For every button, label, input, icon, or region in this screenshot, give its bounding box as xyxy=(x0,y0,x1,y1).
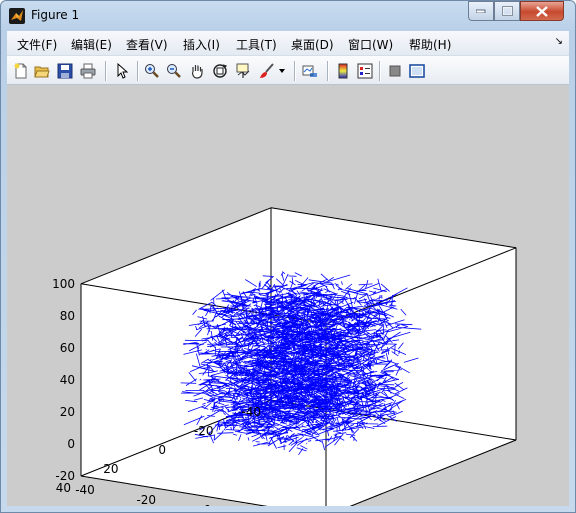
select-button[interactable] xyxy=(112,61,132,81)
x-tick-label: 40 xyxy=(56,481,71,495)
save-button[interactable] xyxy=(55,61,75,81)
legend-icon xyxy=(357,63,373,79)
x-tick-label: 20 xyxy=(103,462,118,476)
figure-canvas[interactable]: -20020406080100-40-2002040-40-2002040 xyxy=(7,85,569,506)
menu-file[interactable]: 文件(F) xyxy=(17,36,57,53)
toolbar-separator xyxy=(327,61,328,81)
menu-window[interactable]: 窗口(W) xyxy=(348,36,393,53)
link-plot-button[interactable] xyxy=(300,61,320,81)
close-icon xyxy=(536,5,548,17)
matlab-logo-icon xyxy=(9,8,25,24)
window-title: Figure 1 xyxy=(31,8,80,22)
insert-legend-button[interactable] xyxy=(355,61,375,81)
data-cursor-button[interactable] xyxy=(233,61,253,81)
pan-hand-icon xyxy=(192,65,203,79)
y-tick-label: 0 xyxy=(204,503,212,506)
menu-overflow-icon[interactable]: ↘ xyxy=(555,36,563,47)
colorbar-icon xyxy=(338,63,348,79)
rotate-3d-button[interactable] xyxy=(210,61,230,81)
minimize-button[interactable] xyxy=(468,1,494,21)
z-tick-label: 60 xyxy=(60,341,75,355)
menu-tools[interactable]: 工具(T) xyxy=(236,36,277,53)
rotate-3d-icon xyxy=(213,64,228,78)
zoom-in-icon xyxy=(145,64,159,78)
figure-window: Figure 1 文件(F) 编辑(E) 查看(V) 插入(I) 工具(T) 桌… xyxy=(0,0,576,513)
figure-toolbar xyxy=(7,55,569,85)
pan-button[interactable] xyxy=(187,61,207,81)
z-tick-label: 20 xyxy=(60,405,75,419)
show-plot-tools-button[interactable] xyxy=(407,61,427,81)
maximize-icon xyxy=(501,6,513,16)
open-file-button[interactable] xyxy=(32,61,52,81)
toolbar-separator xyxy=(137,61,138,81)
save-icon xyxy=(57,63,73,79)
brush-icon xyxy=(260,63,274,78)
zoom-in-button[interactable] xyxy=(142,61,162,81)
brush-dropdown[interactable] xyxy=(276,61,288,81)
x-tick-label: -20 xyxy=(194,424,214,438)
hide-plot-tools-button[interactable] xyxy=(385,61,405,81)
title-bar[interactable]: Figure 1 xyxy=(1,1,575,31)
z-tick-label: 0 xyxy=(67,437,75,451)
insert-colorbar-button[interactable] xyxy=(333,61,353,81)
data-cursor-icon xyxy=(236,63,250,78)
z-tick-label: 80 xyxy=(60,309,75,323)
menu-insert[interactable]: 插入(I) xyxy=(183,36,220,53)
toolbar-separator xyxy=(379,61,380,81)
x-tick-label: -40 xyxy=(241,405,261,419)
print-button[interactable] xyxy=(78,61,98,81)
menu-desktop[interactable]: 桌面(D) xyxy=(291,36,334,53)
menu-help[interactable]: 帮助(H) xyxy=(409,36,451,53)
menu-bar: 文件(F) 编辑(E) 查看(V) 插入(I) 工具(T) 桌面(D) 窗口(W… xyxy=(7,31,569,55)
new-figure-icon xyxy=(14,63,27,79)
toolbar-separator xyxy=(105,61,106,81)
brush-button[interactable] xyxy=(257,61,277,81)
menu-view[interactable]: 查看(V) xyxy=(126,36,168,53)
close-button[interactable] xyxy=(520,1,564,21)
open-file-icon xyxy=(34,66,50,78)
show-plot-tools-icon xyxy=(409,64,425,78)
select-arrow-icon xyxy=(117,63,129,79)
x-tick-label: 0 xyxy=(158,443,166,457)
menu-edit[interactable]: 编辑(E) xyxy=(71,36,112,53)
axes-3d[interactable]: -20020406080100-40-2002040-40-2002040 xyxy=(7,85,569,506)
y-tick-label: -40 xyxy=(75,483,95,497)
link-plot-icon xyxy=(302,65,317,77)
chevron-down-icon xyxy=(279,69,285,73)
figure-client-area: 文件(F) 编辑(E) 查看(V) 插入(I) 工具(T) 桌面(D) 窗口(W… xyxy=(7,31,569,506)
minimize-icon xyxy=(476,9,486,13)
hide-plot-tools-icon xyxy=(389,65,401,77)
toolbar-separator xyxy=(294,61,295,81)
zoom-out-icon xyxy=(167,64,181,78)
maximize-button[interactable] xyxy=(494,1,520,21)
print-icon xyxy=(80,63,96,79)
z-tick-label: 40 xyxy=(60,373,75,387)
new-figure-button[interactable] xyxy=(11,61,31,81)
z-tick-label: 100 xyxy=(52,277,75,291)
zoom-out-button[interactable] xyxy=(164,61,184,81)
y-tick-label: -20 xyxy=(136,493,156,506)
